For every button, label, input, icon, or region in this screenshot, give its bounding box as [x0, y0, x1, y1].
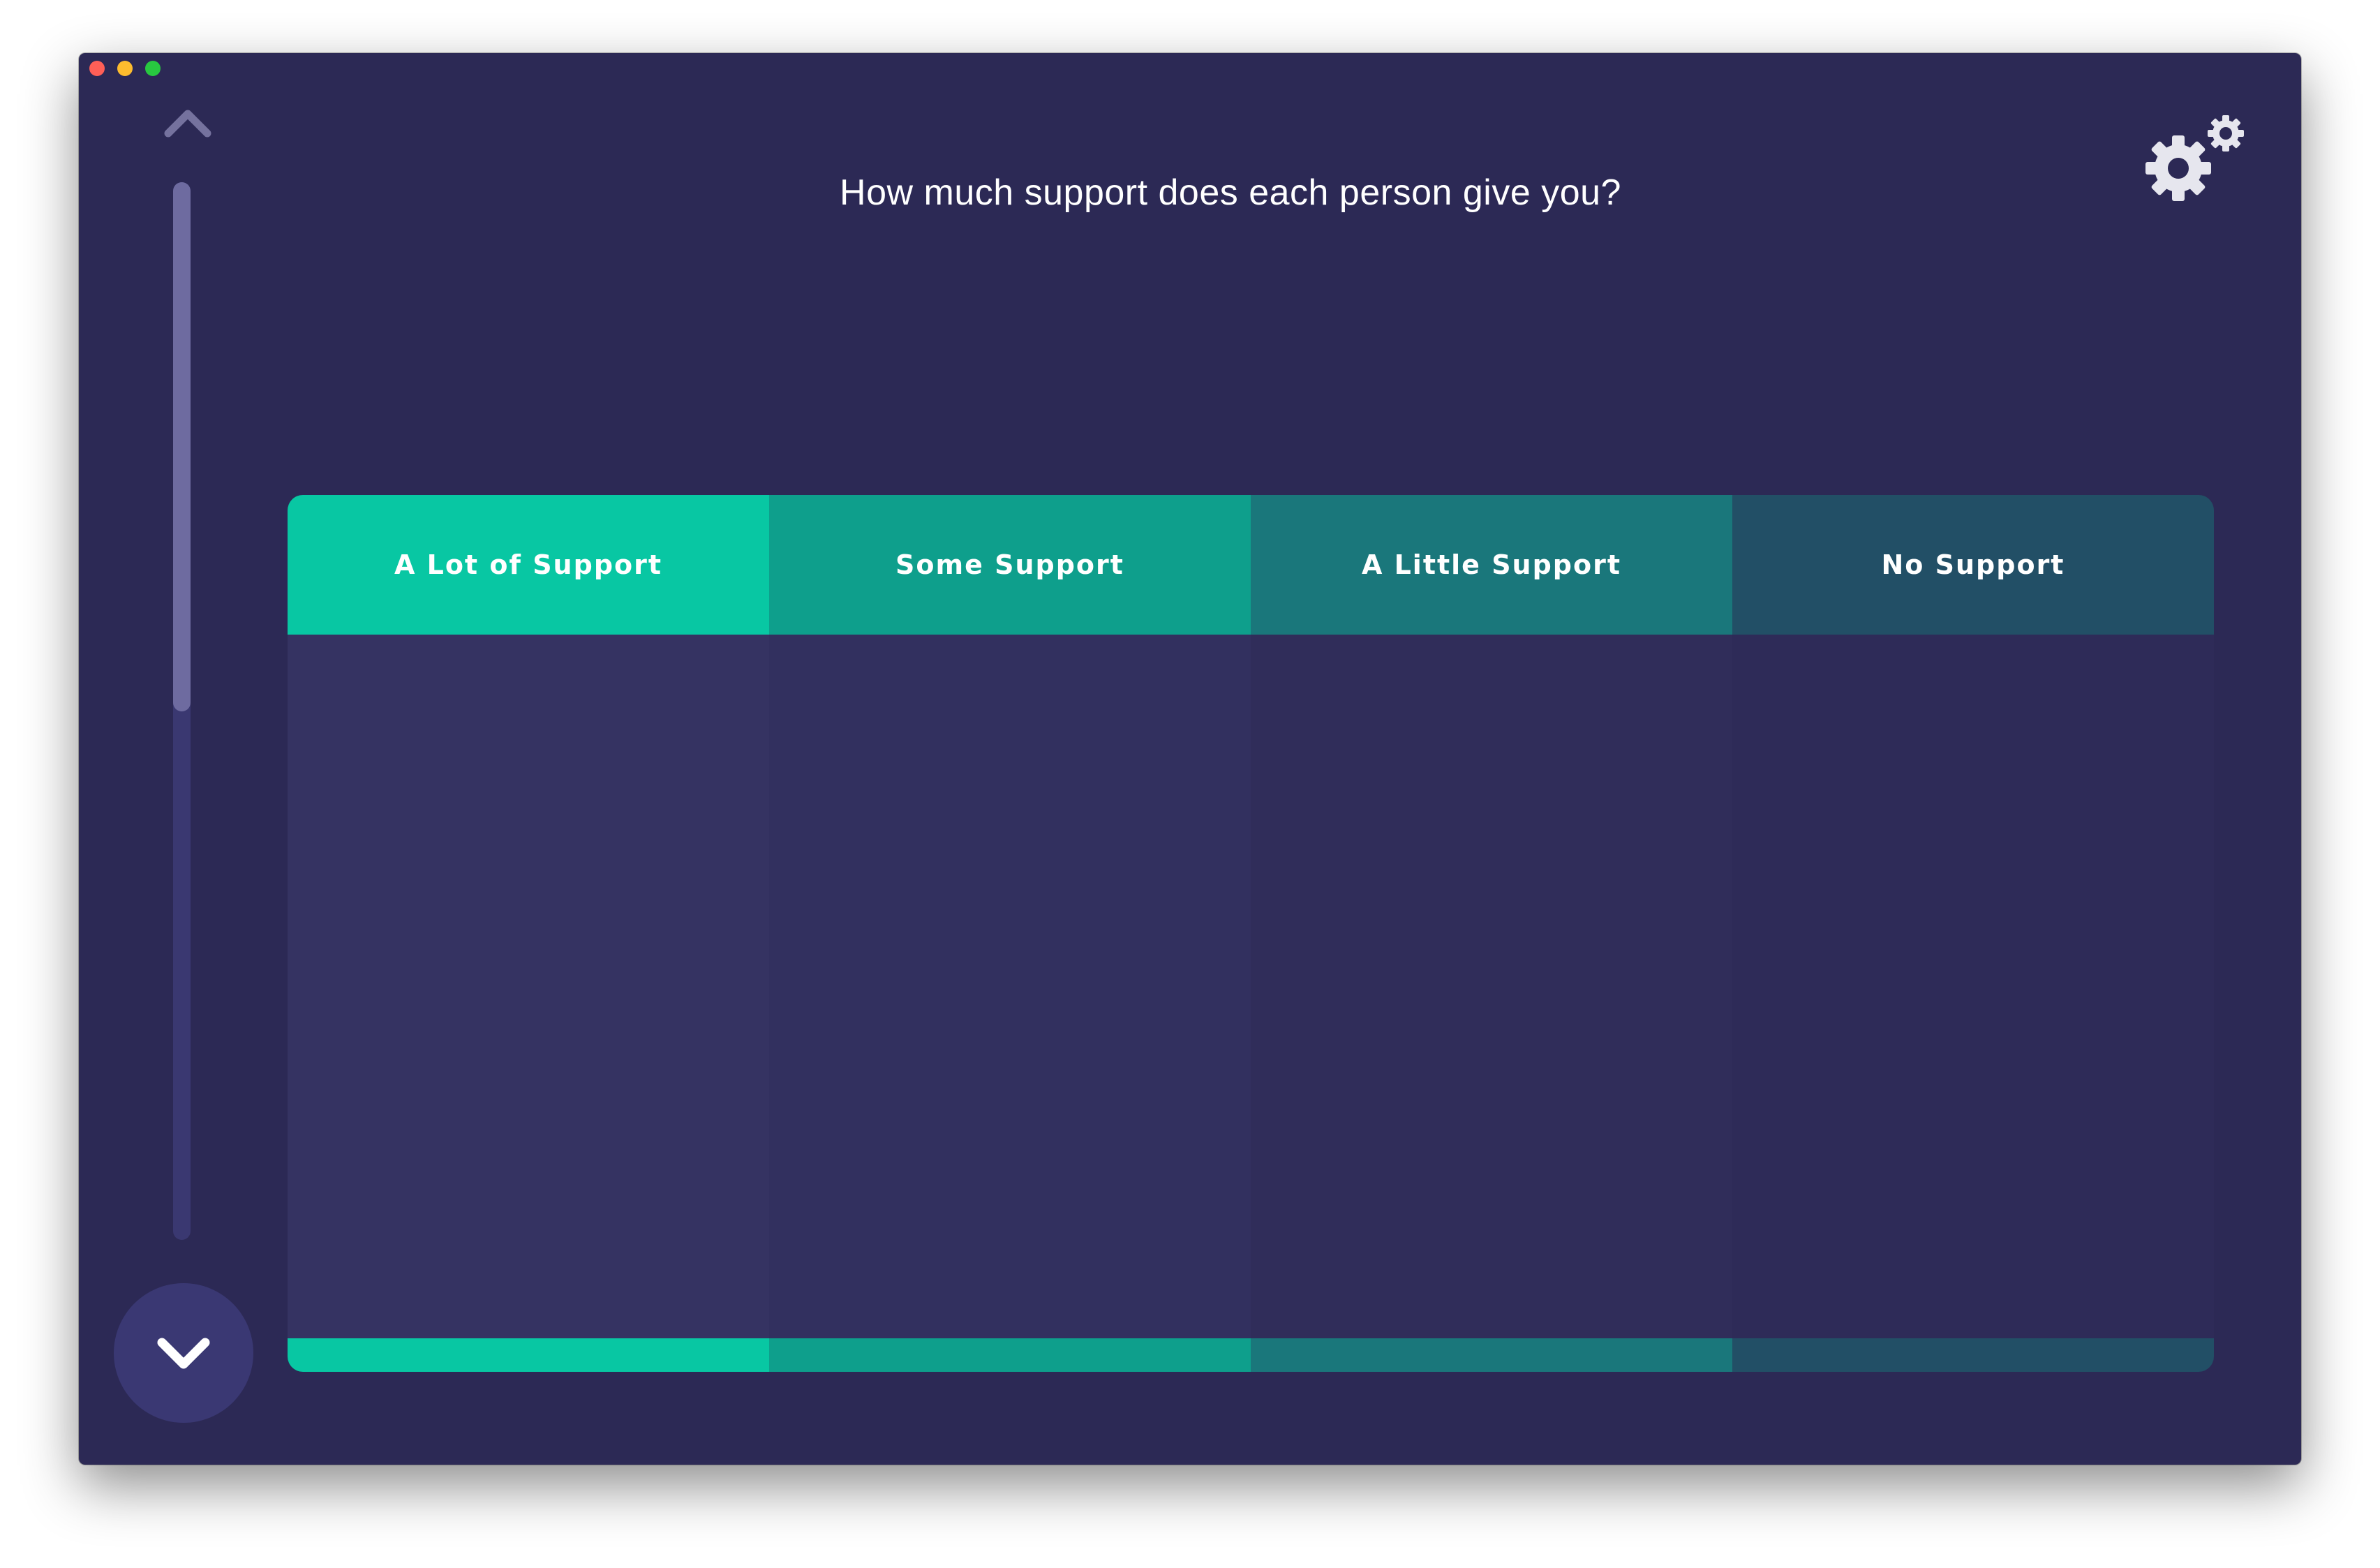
chevron-up-icon[interactable] — [160, 102, 216, 144]
chevron-down-icon — [157, 1338, 210, 1369]
column-header[interactable]: A Lot of Support — [288, 495, 769, 635]
app-window: How much support does each person give y… — [79, 53, 2301, 1465]
column-footer-bar — [769, 1338, 1251, 1372]
question-prompt: How much support does each person give y… — [840, 172, 1621, 213]
column-footer-bar — [1251, 1338, 1732, 1372]
column-some-support[interactable]: Some Support — [769, 495, 1251, 1372]
minimize-window-button[interactable] — [117, 61, 133, 76]
column-a-lot-of-support[interactable]: A Lot of Support — [288, 495, 769, 1372]
support-board: A Lot of Support Some Support A Little S… — [288, 495, 2214, 1372]
zoom-window-button[interactable] — [145, 61, 161, 76]
scrollbar-track[interactable] — [173, 182, 191, 1240]
column-footer-bar — [288, 1338, 769, 1372]
column-no-support[interactable]: No Support — [1732, 495, 2214, 1372]
drop-zone[interactable] — [1251, 635, 1732, 1338]
column-header[interactable]: A Little Support — [1251, 495, 1732, 635]
close-window-button[interactable] — [89, 61, 105, 76]
column-header[interactable]: Some Support — [769, 495, 1251, 635]
drop-zone[interactable] — [288, 635, 769, 1338]
column-a-little-support[interactable]: A Little Support — [1251, 495, 1732, 1372]
drop-zone[interactable] — [769, 635, 1251, 1338]
drop-zone[interactable] — [1732, 635, 2214, 1338]
column-footer-bar — [1732, 1338, 2214, 1372]
next-button[interactable] — [114, 1283, 253, 1423]
scrollbar-thumb[interactable] — [173, 182, 191, 711]
column-header[interactable]: No Support — [1732, 495, 2214, 635]
